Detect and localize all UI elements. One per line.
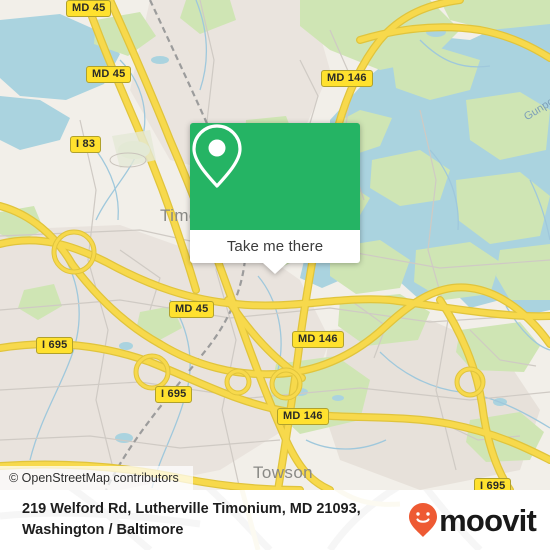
- highway-shield-i695-east[interactable]: I 695: [474, 478, 512, 490]
- moovit-pin-icon: [409, 503, 438, 537]
- address-text: 219 Welford Rd, Lutherville Timonium, MD…: [22, 499, 412, 541]
- map-pin-icon: [192, 124, 242, 188]
- take-me-there-button[interactable]: Take me there: [227, 238, 323, 255]
- moovit-map-screen: Timo Towson Gunpo MD 45 MD 45 MD 146 I 8…: [0, 0, 550, 550]
- popup-footer[interactable]: Take me there: [190, 230, 360, 274]
- highway-shield-md146-north[interactable]: MD 146: [321, 70, 373, 87]
- highway-shield-i695-mid[interactable]: I 695: [155, 386, 193, 403]
- highway-shield-md146-mid[interactable]: MD 146: [292, 331, 344, 348]
- address-footer-bar: 219 Welford Rd, Lutherville Timonium, MD…: [0, 490, 550, 550]
- highway-shield-md45-north[interactable]: MD 45: [66, 0, 112, 17]
- destination-popup[interactable]: Take me there: [190, 123, 360, 274]
- moovit-logo[interactable]: moovit: [408, 502, 537, 538]
- address-line-1: 219 Welford Rd, Lutherville Timonium, MD…: [22, 501, 361, 517]
- highway-shield-md45-upper[interactable]: MD 45: [86, 66, 132, 83]
- highway-shield-i695-west[interactable]: I 695: [36, 337, 74, 354]
- highway-shield-md45-mid[interactable]: MD 45: [169, 301, 215, 318]
- highway-shield-i83[interactable]: I 83: [70, 136, 102, 153]
- osm-attribution[interactable]: © OpenStreetMap contributors: [0, 466, 193, 490]
- highway-shield-md146-south[interactable]: MD 146: [277, 408, 329, 425]
- map-canvas[interactable]: Timo Towson Gunpo MD 45 MD 45 MD 146 I 8…: [0, 0, 550, 490]
- moovit-wordmark: moovit: [439, 503, 537, 538]
- address-line-2: Washington / Baltimore: [22, 522, 184, 538]
- popup-tail-pointer: [263, 263, 287, 274]
- popup-header: [190, 123, 360, 230]
